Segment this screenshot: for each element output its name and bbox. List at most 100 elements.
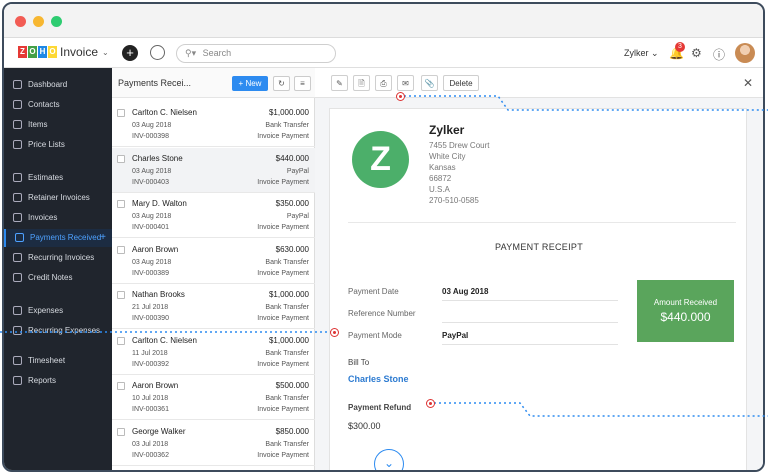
address-line: 270-510-0585 [429, 196, 479, 205]
print-icon[interactable]: ⎙ [375, 75, 392, 91]
callout-marker [426, 399, 435, 408]
edit-icon[interactable]: ✎ [331, 75, 348, 91]
close-window-icon[interactable] [15, 16, 26, 27]
list-item[interactable]: Carlton C. Nielsen $1,000.000 11 Jul 2018 I… [112, 330, 315, 375]
sidebar-item-payments-received[interactable]: Payments Received + [4, 229, 112, 247]
customer-name: Charles Stone [132, 153, 183, 163]
sidebar-item-label: Reports [28, 376, 57, 385]
reports-icon [13, 376, 22, 385]
row-checkbox[interactable] [117, 200, 125, 208]
new-payment-button[interactable]: + New [232, 76, 268, 91]
app-logo[interactable]: Z O H O Invoice ⌄ [18, 45, 109, 59]
company-logo: Z [352, 131, 409, 188]
close-icon[interactable]: ✕ [743, 76, 753, 90]
payment-detail-panel: ✎ 🗎 ⎙ ✉ 📎 Delete ✕ Z Zylker 7455 Drew Co… [315, 68, 763, 470]
callout-marker [330, 328, 339, 337]
row-checkbox[interactable] [117, 427, 125, 436]
invoice-number: INV-000398 [132, 133, 169, 140]
customer-name: Aaron Brown [132, 381, 179, 390]
payment-amount: $440.000 [275, 153, 309, 163]
sidebar-item-expenses[interactable]: Expenses [4, 302, 112, 320]
quick-create-icon[interactable]: + [122, 45, 138, 61]
payment-amount: $850.000 [275, 426, 309, 436]
minimize-window-icon[interactable] [33, 16, 44, 27]
sidebar-item-price-lists[interactable]: Price Lists [4, 136, 112, 154]
row-checkbox[interactable] [117, 154, 125, 163]
bill-to-name[interactable]: Charles Stone [348, 374, 409, 384]
sidebar-item-reports[interactable]: Reports [4, 372, 112, 390]
row-checkbox[interactable] [117, 109, 125, 117]
payment-amount: $500.000 [275, 381, 309, 390]
sidebar-item-recurring-invoices[interactable]: Recurring Invoices [4, 249, 112, 267]
maximize-window-icon[interactable] [51, 16, 62, 27]
address-line: 66872 [429, 174, 452, 183]
recent-history-icon[interactable] [150, 45, 165, 60]
customer-name: Aaron Brown [132, 244, 179, 254]
payment-mode-label: Payment Mode [348, 331, 402, 340]
list-title[interactable]: Payments Recei... [118, 78, 191, 88]
payment-receipt: Z Zylker 7455 Drew Court White City Kans… [329, 108, 747, 470]
sidebar: Dashboard Contacts Items Price Lists Est… [4, 68, 112, 470]
row-checkbox[interactable] [117, 291, 125, 299]
list-item[interactable]: Charles Stone $440.000 03 Aug 2018 INV-0004… [112, 147, 315, 193]
search-input[interactable]: ⚲▾ Search [176, 44, 336, 63]
sidebar-item-credit-notes[interactable]: Credit Notes [4, 269, 112, 287]
sidebar-item-label: Payments Received [30, 233, 102, 242]
help-icon[interactable]: ⓘ [713, 46, 725, 63]
sidebar-item-dashboard[interactable]: Dashboard [4, 76, 112, 94]
list-item[interactable]: George Walker $850.000 03 Jul 2018 INV-0003… [112, 421, 315, 466]
organization-switcher[interactable]: Zylker ⌄ [624, 48, 659, 59]
menu-icon[interactable]: ≡ [294, 76, 311, 91]
sidebar-item-recurring-expenses[interactable]: Recurring Expenses [4, 322, 112, 340]
list-item[interactable]: Aaron Brown $500.000 10 Jul 2018 INV-000361… [112, 375, 315, 420]
sidebar-item-retainer-invoices[interactable]: Retainer Invoices [4, 189, 112, 207]
delete-button[interactable]: Delete [443, 75, 479, 91]
pdf-icon[interactable]: 🗎 [353, 75, 370, 91]
list-item[interactable]: Carlton C. Nielsen $1,000.000 03 Aug 2018 I… [112, 102, 315, 147]
chevron-down-icon[interactable]: ⌄ [102, 48, 109, 57]
row-checkbox[interactable] [117, 382, 125, 390]
email-icon[interactable]: ✉ [397, 75, 414, 91]
sidebar-item-timesheet[interactable]: Timesheet [4, 352, 112, 370]
sidebar-item-estimates[interactable]: Estimates [4, 169, 112, 187]
payment-date: 03 Aug 2018 [132, 167, 172, 175]
list-item[interactable]: Mary D. Walton $350.000 03 Aug 2018 INV-000… [112, 193, 315, 238]
payment-refund-label: Payment Refund [348, 403, 412, 412]
amount-received-box: Amount Received $440.000 [637, 280, 734, 342]
expand-chevron-icon[interactable]: ⌄ [374, 449, 404, 470]
address-line: 7455 Drew Court [429, 141, 490, 150]
payment-amount: $1,000.000 [268, 335, 309, 345]
company-name: Zylker [429, 123, 465, 137]
payment-mode: Bank Transfer [265, 122, 309, 129]
sidebar-item-label: Retainer Invoices [28, 193, 90, 202]
attachment-icon[interactable]: 📎 [421, 75, 438, 91]
divider [442, 300, 618, 301]
amount-received-label: Amount Received [653, 298, 718, 307]
invoices-icon [13, 213, 22, 222]
app-window: Z O H O Invoice ⌄ + ⚲▾ Search Zylker ⌄ 🔔… [2, 2, 765, 472]
list-item[interactable]: Nathan Brooks $1,000.000 21 Jul 2018 INV-00… [112, 284, 315, 329]
refresh-icon[interactable]: ↻ [273, 76, 290, 91]
add-payment-icon[interactable]: + [100, 229, 106, 247]
payment-type: Invoice Payment [257, 451, 309, 459]
sidebar-item-invoices[interactable]: Invoices [4, 209, 112, 227]
list-header: Payments Recei... + New ↻ ≡ [112, 68, 315, 98]
row-checkbox[interactable] [117, 336, 125, 345]
gear-icon[interactable]: ⚙ [691, 46, 702, 60]
address-line: Kansas [429, 163, 456, 172]
payment-refund-value: $300.00 [348, 421, 381, 431]
sidebar-item-label: Timesheet [28, 356, 66, 365]
divider [442, 322, 618, 323]
callout-marker [396, 92, 405, 101]
bill-to-label: Bill To [348, 358, 370, 367]
list-item[interactable]: Aaron Brown $630.000 03 Aug 2018 INV-000389… [112, 239, 315, 284]
sidebar-item-items[interactable]: Items [4, 116, 112, 134]
sidebar-item-contacts[interactable]: Contacts [4, 96, 112, 114]
price-list-icon [13, 140, 22, 149]
avatar[interactable] [735, 43, 755, 63]
customer-name: George Walker [132, 426, 186, 436]
logo-letter: Z [18, 46, 27, 58]
retainer-icon [13, 193, 22, 202]
row-checkbox[interactable] [117, 245, 125, 254]
payment-date-value: 03 Aug 2018 [442, 287, 489, 296]
